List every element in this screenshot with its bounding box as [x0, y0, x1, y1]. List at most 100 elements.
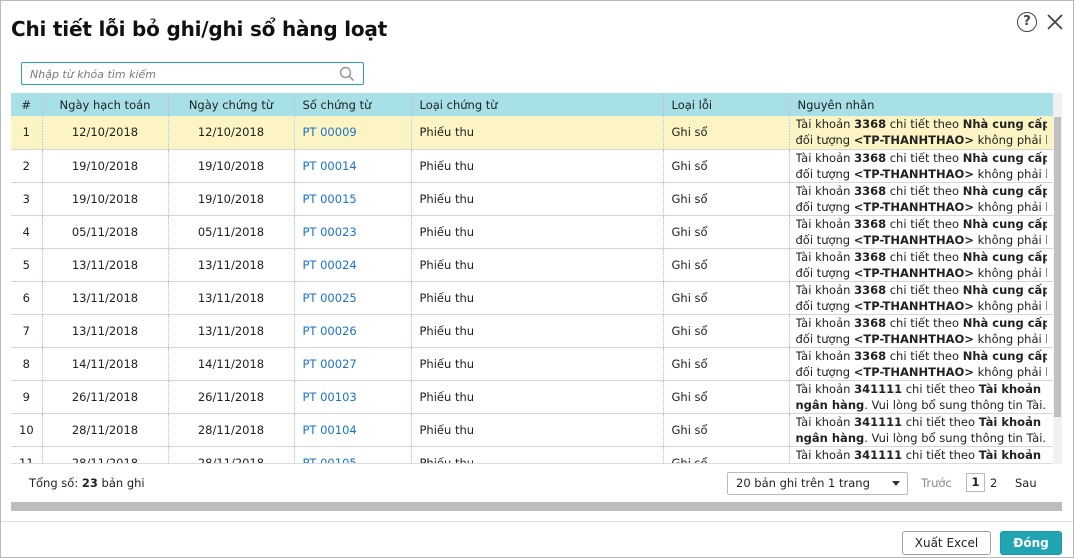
cause-text: Tài khoản — [795, 216, 855, 231]
doc-no-cell: PT 00105 — [294, 446, 412, 464]
prev-page-link[interactable]: Trước — [921, 476, 952, 490]
doc-no-link[interactable]: PT 00025 — [303, 291, 357, 305]
doc-no-cell: PT 00024 — [294, 248, 412, 282]
page-size-select[interactable]: 20 bản ghi trên 1 trang — [727, 472, 908, 495]
doc-no-cell: PT 00015 — [294, 182, 412, 216]
cause-text: Tài khoản — [795, 150, 855, 165]
cause-text: không phải là... — [977, 265, 1047, 280]
search-icon[interactable] — [339, 66, 355, 82]
search-box[interactable] — [21, 62, 364, 85]
table-row[interactable]: 6 13/11/2018 13/11/2018 PT 00025 Phiếu thu Gh… — [11, 281, 1054, 315]
cause-text: 341111 — [854, 447, 903, 462]
next-page-link[interactable]: Sau — [1015, 476, 1037, 490]
table-row[interactable]: 10 28/11/2018 28/11/2018 PT 00104 Phiếu thu G… — [11, 413, 1054, 447]
close-button[interactable]: Đóng — [1000, 531, 1062, 555]
cause-text: đối tượng — [795, 364, 854, 379]
cause-text: không phải là... — [977, 232, 1047, 247]
cause-text: chi tiết theo — [886, 249, 963, 264]
close-icon[interactable] — [1045, 12, 1065, 32]
cause-cell: Tài khoản 3368 chi tiết theo Nhà cung cấ… — [789, 281, 1054, 315]
error-type-cell: Ghi sổ — [663, 149, 790, 183]
header-col-cause[interactable]: Nguyên nhân — [789, 93, 1054, 116]
table-row[interactable]: 8 14/11/2018 14/11/2018 PT 00027 Phiếu thu Gh… — [11, 347, 1054, 381]
total-suffix: bản ghi — [97, 476, 145, 490]
post-date-cell: 28/11/2018 — [42, 446, 169, 463]
doc-date-cell: 28/11/2018 — [168, 446, 295, 463]
chevron-down-icon — [892, 481, 900, 486]
doc-no-link[interactable]: PT 00104 — [303, 423, 357, 437]
cause-text: ngân hàng — [795, 430, 865, 445]
cause-text: Tài khoản — [795, 381, 855, 396]
horizontal-scrollbar[interactable] — [11, 502, 1062, 511]
table-row[interactable]: 9 26/11/2018 26/11/2018 PT 00103 Phiếu thu Gh… — [11, 380, 1054, 414]
doc-date-cell: 13/11/2018 — [168, 281, 295, 315]
cause-cell: Tài khoản 3368 chi tiết theo Nhà cung cấ… — [789, 149, 1054, 183]
error-grid: # Ngày hạch toán Ngày chứng từ Số chứng từ L… — [11, 93, 1062, 464]
table-row[interactable]: 5 13/11/2018 13/11/2018 PT 00024 Phiếu thu Gh… — [11, 248, 1054, 282]
export-excel-button[interactable]: Xuất Excel — [902, 531, 991, 555]
doc-no-link[interactable]: PT 00105 — [303, 456, 357, 464]
table-row[interactable]: 1 12/10/2018 12/10/2018 PT 00009 Phiếu thu Gh… — [11, 116, 1054, 150]
cause-text: 3368 — [854, 315, 887, 330]
table-row[interactable]: 3 19/10/2018 19/10/2018 PT 00015 Phiếu thu Gh… — [11, 182, 1054, 216]
cause-text: chi tiết theo — [902, 414, 979, 429]
error-type-cell: Ghi sổ — [663, 446, 790, 463]
doc-no-link[interactable]: PT 00009 — [303, 125, 357, 139]
vertical-scroll-thumb[interactable] — [1054, 117, 1061, 417]
search-input[interactable] — [30, 65, 330, 83]
cause-text: <TP-THANHTHAO> — [853, 265, 974, 280]
cause-text: Nhà cung cấp — [962, 282, 1047, 297]
cause-text: . Vui lòng bổ sung thông tin Tài... — [864, 397, 1047, 412]
doc-no-link[interactable]: PT 00023 — [303, 225, 357, 239]
doc-no-link[interactable]: PT 00015 — [303, 192, 357, 206]
doc-type-cell: Phiếu thu — [411, 380, 664, 414]
cause-text: 3368 — [854, 117, 887, 132]
doc-no-cell: PT 00026 — [294, 314, 412, 348]
doc-type-cell: Phiếu thu — [411, 248, 664, 282]
cause-text: đối tượng — [795, 199, 854, 214]
cause-text: . Vui lòng bổ sung thông tin Tài... — [864, 430, 1047, 445]
table-row[interactable]: 11 28/11/2018 28/11/2018 PT 00105 Phiếu thu G… — [11, 446, 1054, 464]
doc-no-link[interactable]: PT 00027 — [303, 357, 357, 371]
table-header-row: # Ngày hạch toán Ngày chứng từ Số chứng từ L… — [11, 93, 1054, 116]
header-col-error-type[interactable]: Loại lỗi — [663, 93, 790, 116]
header-col-index[interactable]: # — [11, 93, 43, 116]
doc-type-cell: Phiếu thu — [411, 116, 664, 150]
table-row[interactable]: 7 13/11/2018 13/11/2018 PT 00026 Phiếu thu Gh… — [11, 314, 1054, 348]
doc-no-cell: PT 00103 — [294, 380, 412, 414]
help-icon[interactable]: ? — [1017, 12, 1037, 32]
header-col-doc-date[interactable]: Ngày chứng từ — [168, 93, 295, 116]
error-type-cell: Ghi sổ — [663, 413, 790, 447]
page-1-button[interactable]: 1 — [966, 473, 985, 492]
doc-no-link[interactable]: PT 00024 — [303, 258, 357, 272]
cause-text: 341111 — [854, 381, 903, 396]
cause-text: đối tượng — [795, 331, 854, 346]
page-2-link[interactable]: 2 — [990, 476, 997, 490]
error-type-cell: Ghi sổ — [663, 215, 790, 249]
post-date-cell: 13/11/2018 — [42, 248, 169, 282]
cause-text: Nhà cung cấp — [962, 183, 1047, 198]
doc-no-cell: PT 00009 — [294, 116, 412, 150]
header-col-doc-type[interactable]: Loại chứng từ — [411, 93, 664, 116]
table-row[interactable]: 4 05/11/2018 05/11/2018 PT 00023 Phiếu thu Gh… — [11, 215, 1054, 249]
row-index: 1 — [11, 116, 43, 150]
post-date-cell: 19/10/2018 — [42, 182, 169, 216]
doc-type-cell: Phiếu thu — [411, 182, 664, 216]
doc-date-cell: 28/11/2018 — [168, 413, 295, 447]
cause-text: Nhà cung cấp — [962, 117, 1047, 132]
error-table: # Ngày hạch toán Ngày chứng từ Số chứng từ L… — [11, 93, 1054, 464]
row-index: 5 — [11, 248, 43, 282]
vertical-scrollbar[interactable] — [1053, 93, 1062, 464]
doc-no-link[interactable]: PT 00103 — [303, 390, 357, 404]
doc-no-link[interactable]: PT 00014 — [303, 159, 357, 173]
table-row[interactable]: 2 19/10/2018 19/10/2018 PT 00014 Phiếu thu Gh… — [11, 149, 1054, 183]
header-col-doc-no[interactable]: Số chứng từ — [294, 93, 412, 116]
doc-no-cell: PT 00027 — [294, 347, 412, 381]
doc-no-link[interactable]: PT 00026 — [303, 324, 357, 338]
error-type-cell: Ghi sổ — [663, 248, 790, 282]
doc-no-cell: PT 00104 — [294, 413, 412, 447]
header-col-post-date[interactable]: Ngày hạch toán — [42, 93, 169, 116]
cause-cell: Tài khoản 3368 chi tiết theo Nhà cung cấ… — [789, 347, 1054, 381]
cause-text: <TP-THANHTHAO> — [853, 232, 974, 247]
doc-type-cell: Phiếu thu — [411, 281, 664, 315]
